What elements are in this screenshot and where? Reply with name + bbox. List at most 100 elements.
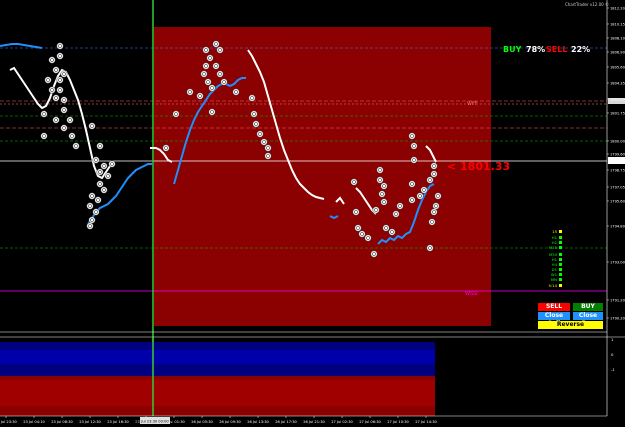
signal-marker <box>392 210 400 218</box>
signal-marker <box>92 208 100 216</box>
sub-axis-tick: -1 <box>611 367 615 372</box>
signal-marker <box>96 168 104 176</box>
signal-marker <box>420 186 428 194</box>
main-chart[interactable]: 1812.20 1810.15 1808.10 1806.90 1805.60 1804.… <box>0 0 625 427</box>
timeframe-signal <box>559 241 562 244</box>
time-axis-tick: 27 Jul 02:30 <box>331 420 353 424</box>
signal-marker <box>410 156 418 164</box>
signal-marker <box>388 228 396 236</box>
signal-marker <box>208 108 216 116</box>
wssi-level-label: WSSI <box>465 291 478 297</box>
signal-marker <box>92 156 100 164</box>
signal-marker <box>426 176 434 184</box>
signal-marker <box>264 152 272 160</box>
signal-marker <box>86 222 94 230</box>
signal-marker <box>104 172 112 180</box>
signal-marker <box>40 110 48 118</box>
time-axis-tick: 27 Jul 06:30 <box>359 420 381 424</box>
close-buy-button[interactable]: Close Buy <box>573 312 603 327</box>
signal-marker <box>430 170 438 178</box>
signal-marker <box>408 196 416 204</box>
signal-marker <box>376 166 384 174</box>
signal-marker <box>358 230 366 238</box>
signal-marker <box>72 142 80 150</box>
signal-marker <box>430 208 438 216</box>
signal-marker <box>430 162 438 170</box>
signal-marker <box>100 186 108 194</box>
signal-marker <box>208 84 216 92</box>
signal-marker <box>40 132 48 140</box>
signal-marker <box>204 78 212 86</box>
signal-marker <box>172 110 180 118</box>
signal-marker <box>96 180 104 188</box>
time-axis-tick: 26 Jul 09:30 <box>219 420 241 424</box>
signal-marker <box>56 42 64 50</box>
signal-marker <box>350 178 358 186</box>
timeframe-signal <box>559 278 562 281</box>
signal-marker <box>432 202 440 210</box>
signal-marker <box>376 176 384 184</box>
signal-marker <box>260 138 268 146</box>
sell-button[interactable]: SELL <box>538 303 570 311</box>
signal-marker <box>410 142 418 150</box>
copyright-label: ChartTrader v12.00 © <box>565 2 609 7</box>
signal-marker <box>372 206 380 214</box>
signal-marker <box>250 110 258 118</box>
price-axis-tick: 1806.90 <box>610 50 625 54</box>
timeframe-signal <box>559 263 562 266</box>
buy-button[interactable]: BUY <box>573 303 603 311</box>
sell-percent-value: 22% <box>571 45 591 54</box>
signal-marker <box>364 234 372 242</box>
time-axis-tick: 23 Jul 04:10 <box>23 420 45 424</box>
signal-marker <box>86 202 94 210</box>
signal-marker <box>416 192 424 200</box>
signal-marker <box>202 62 210 70</box>
signal-marker <box>68 132 76 140</box>
signal-marker <box>352 208 360 216</box>
buy-percent-value: 78% <box>526 45 546 54</box>
indicator-band-blue <box>0 350 435 364</box>
time-axis-tick: 22 Jul 23:30 <box>0 420 17 424</box>
signal-marker <box>66 116 74 124</box>
sell-percent-label: SELL <box>546 45 568 54</box>
signal-marker <box>370 250 378 258</box>
reverse-button[interactable]: Reverse <box>538 321 603 329</box>
signal-marker <box>216 70 224 78</box>
signal-marker <box>48 86 56 94</box>
timeframe-signal <box>559 236 562 239</box>
time-axis-tick: 26 Jul 13:30 <box>247 420 269 424</box>
signal-marker <box>408 132 416 140</box>
signal-marker <box>196 92 204 100</box>
signal-marker <box>60 96 68 104</box>
timeframe-signal <box>559 258 562 261</box>
price-axis-tick: 1790.20 <box>610 316 625 320</box>
time-axis-tick: 26 Jul 05:30 <box>191 420 213 424</box>
time-axis-tick: 27 Jul 10:30 <box>387 420 409 424</box>
close-sell-button[interactable]: Close Sell <box>538 312 570 327</box>
price-axis-tick: 1810.15 <box>610 22 625 26</box>
signal-marker <box>108 160 116 168</box>
signal-marker <box>200 70 208 78</box>
time-axis-tick: 26 Jul 21:30 <box>303 420 325 424</box>
timeframe-label: 15 <box>552 229 557 234</box>
price-axis-tick: 1799.60 <box>610 152 625 156</box>
signal-marker <box>232 88 240 96</box>
price-axis-tick: 1798.75 <box>610 168 625 172</box>
timeframe-signal <box>559 284 562 287</box>
current-price-badge <box>608 157 625 164</box>
signal-marker <box>52 94 60 102</box>
signal-marker <box>220 78 228 86</box>
price-axis-tick: 1801.75 <box>610 111 625 115</box>
time-axis-tick: 23 Jul 16:30 <box>107 420 129 424</box>
signal-marker <box>434 192 442 200</box>
price-axis-tick: 1808.10 <box>610 36 625 40</box>
signal-marker <box>202 46 210 54</box>
signal-marker <box>264 144 272 152</box>
time-axis-tick: 27 Jul 14:30 <box>415 420 437 424</box>
timeframe-signal <box>559 230 562 233</box>
signal-marker <box>88 192 96 200</box>
signal-marker <box>56 76 64 84</box>
signal-marker <box>60 70 68 78</box>
signal-marker <box>212 40 220 48</box>
current-price-marker: < 1801.33 <box>447 160 511 173</box>
